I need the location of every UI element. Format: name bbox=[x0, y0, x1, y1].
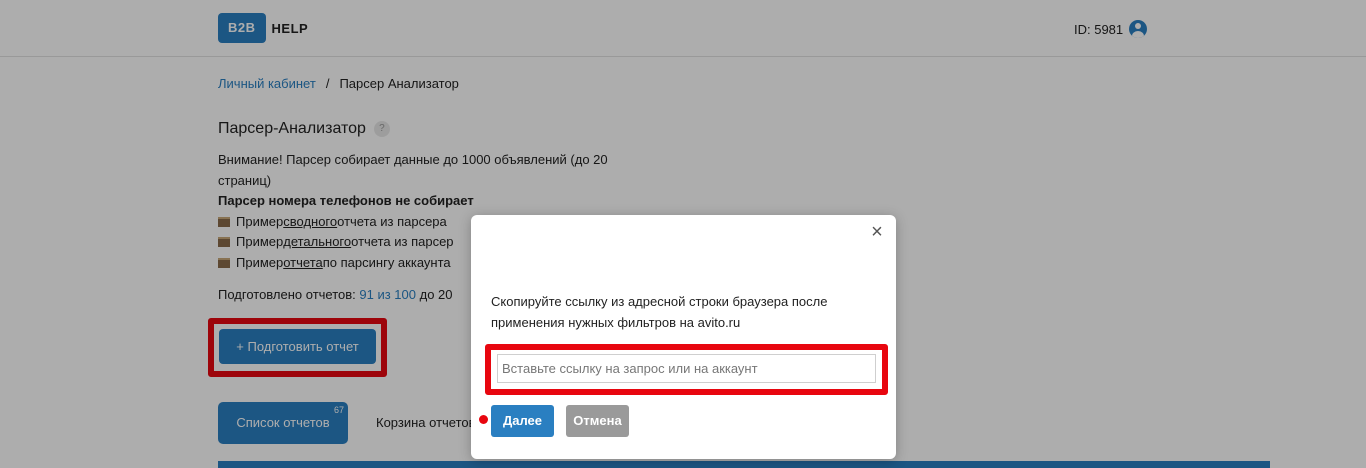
modal-instructions: Скопируйте ссылку из адресной строки бра… bbox=[491, 291, 871, 333]
close-icon[interactable]: × bbox=[868, 222, 886, 242]
cursor-marker bbox=[479, 415, 488, 424]
modal-text-line-1: Скопируйте ссылку из адресной строки бра… bbox=[491, 294, 828, 309]
modal-text-line-2: применения нужных фильтров на avito.ru bbox=[491, 315, 741, 330]
add-link-modal: × Скопируйте ссылку из адресной строки б… bbox=[471, 215, 896, 459]
cancel-button[interactable]: Отмена bbox=[566, 405, 629, 437]
link-input[interactable] bbox=[497, 354, 876, 383]
next-button[interactable]: Далее bbox=[491, 405, 554, 437]
